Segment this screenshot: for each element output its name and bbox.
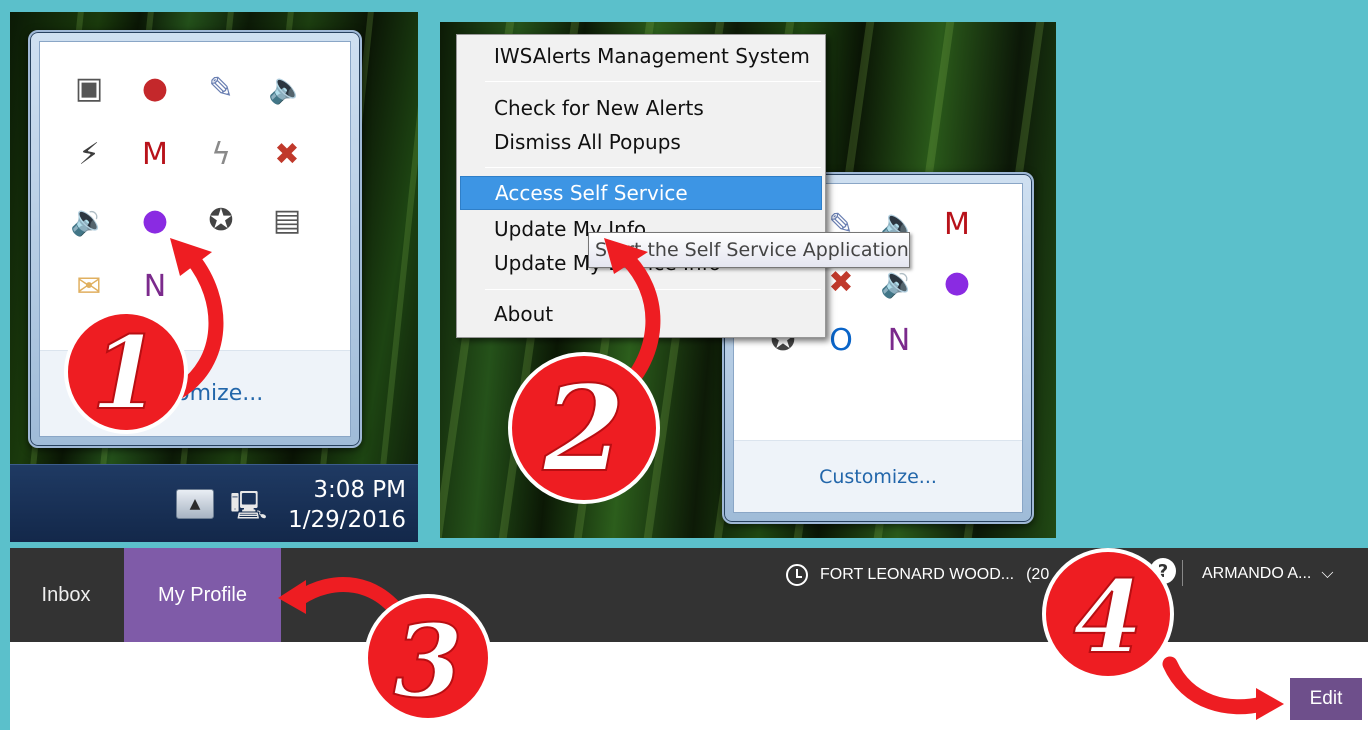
iwsalerts-globe-icon[interactable]: ● — [928, 254, 986, 312]
edit-button[interactable]: Edit — [1290, 678, 1362, 720]
profile-content-area — [10, 642, 1368, 730]
tray-icon-grid: ▣ ● ✎ 🔈 ⚡ Mϟ ✖ 🔉 ● ✪ ▤ ✉ N — [40, 42, 350, 320]
chevron-up-icon: ▲ — [189, 496, 201, 512]
clock-time: 3:08 PM — [313, 477, 406, 503]
menu-item-check-alerts[interactable]: Check for New Alerts — [460, 91, 822, 125]
menu-item-iwsalerts-management[interactable]: IWSAlerts Management System — [460, 39, 822, 73]
action-center-icon[interactable]: ▤ — [254, 188, 320, 254]
onenote-clip-icon[interactable]: N — [122, 254, 188, 320]
menu-item-dismiss-popups[interactable]: Dismiss All Popups — [460, 125, 822, 159]
menu-item-about[interactable]: About — [460, 297, 822, 331]
header-divider — [1182, 560, 1183, 586]
iwsalerts-context-menu: IWSAlerts Management System Check for Ne… — [456, 34, 826, 338]
iwsalerts-globe-icon[interactable]: ● — [122, 188, 188, 254]
self-service-tooltip: Start the Self Service Application — [588, 232, 910, 268]
context-menu-screenshot: ●✎🔈Mϟ✖🔉●✪ON Customize... IWSAlerts Manag… — [440, 22, 1056, 538]
menu-separator — [485, 289, 821, 290]
clock-date: 1/29/2016 — [288, 507, 406, 533]
taskbar-clock[interactable]: 3:08 PM 1/29/2016 — [288, 475, 406, 535]
swirl-app-icon[interactable]: ● — [122, 56, 188, 122]
organization-name: FORT LEONARD WOOD... — [820, 566, 1015, 583]
user-name: ARMANDO A... — [1202, 565, 1312, 582]
chevron-down-icon: ⌵ — [1321, 565, 1334, 582]
menu-separator — [485, 81, 821, 82]
network-error-icon[interactable]: ✖ — [254, 122, 320, 188]
taskbar: ▲ 🖳 3:08 PM 1/29/2016 — [10, 464, 418, 542]
tab-my-profile[interactable]: My Profile — [124, 548, 281, 642]
self-service-header: Inbox My Profile FORT LEONARD WOOD... (2… — [10, 548, 1368, 642]
onenote-clip-icon[interactable]: N — [870, 312, 928, 370]
user-menu[interactable]: ARMANDO A... ⌵ — [1202, 562, 1334, 586]
pen-tablet-icon[interactable]: ✎ — [188, 56, 254, 122]
mcafee-shield-icon[interactable]: M — [928, 196, 986, 254]
sync-error-icon[interactable]: ✪ — [188, 188, 254, 254]
organization-count: (20 — [1026, 566, 1050, 583]
drive-icon[interactable]: ▣ — [56, 56, 122, 122]
mcafee-shield-icon[interactable]: M — [122, 122, 188, 188]
network-icon[interactable]: 🖳 — [230, 485, 267, 533]
help-icon[interactable]: ? — [1150, 558, 1176, 584]
menu-item-access-self-service[interactable]: Access Self Service — [460, 176, 822, 210]
organization-selector[interactable]: FORT LEONARD WOOD... (20 — [786, 562, 1049, 588]
show-hidden-icons-button[interactable]: ▲ — [176, 489, 214, 519]
volume-icon[interactable]: 🔉 — [56, 188, 122, 254]
menu-separator — [485, 167, 821, 168]
speaker-icon[interactable]: 🔈 — [254, 56, 320, 122]
clock-icon — [786, 564, 808, 586]
customize-link[interactable]: Customize... — [734, 440, 1022, 512]
customize-link[interactable]: Customize... — [40, 350, 350, 436]
mail-icon[interactable]: ✉ — [56, 254, 122, 320]
lightning-icon[interactable]: ϟ — [188, 122, 254, 188]
tray-flyout-screenshot: ▣ ● ✎ 🔈 ⚡ Mϟ ✖ 🔉 ● ✪ ▤ ✉ N Customize... ▲ 🖳 3:08 PM … — [10, 12, 418, 542]
notification-area-flyout: ▣ ● ✎ 🔈 ⚡ Mϟ ✖ 🔉 ● ✪ ▤ ✉ N Customize... — [28, 30, 362, 448]
tab-inbox[interactable]: Inbox — [10, 548, 122, 642]
power-plug-icon[interactable]: ⚡ — [56, 122, 122, 188]
